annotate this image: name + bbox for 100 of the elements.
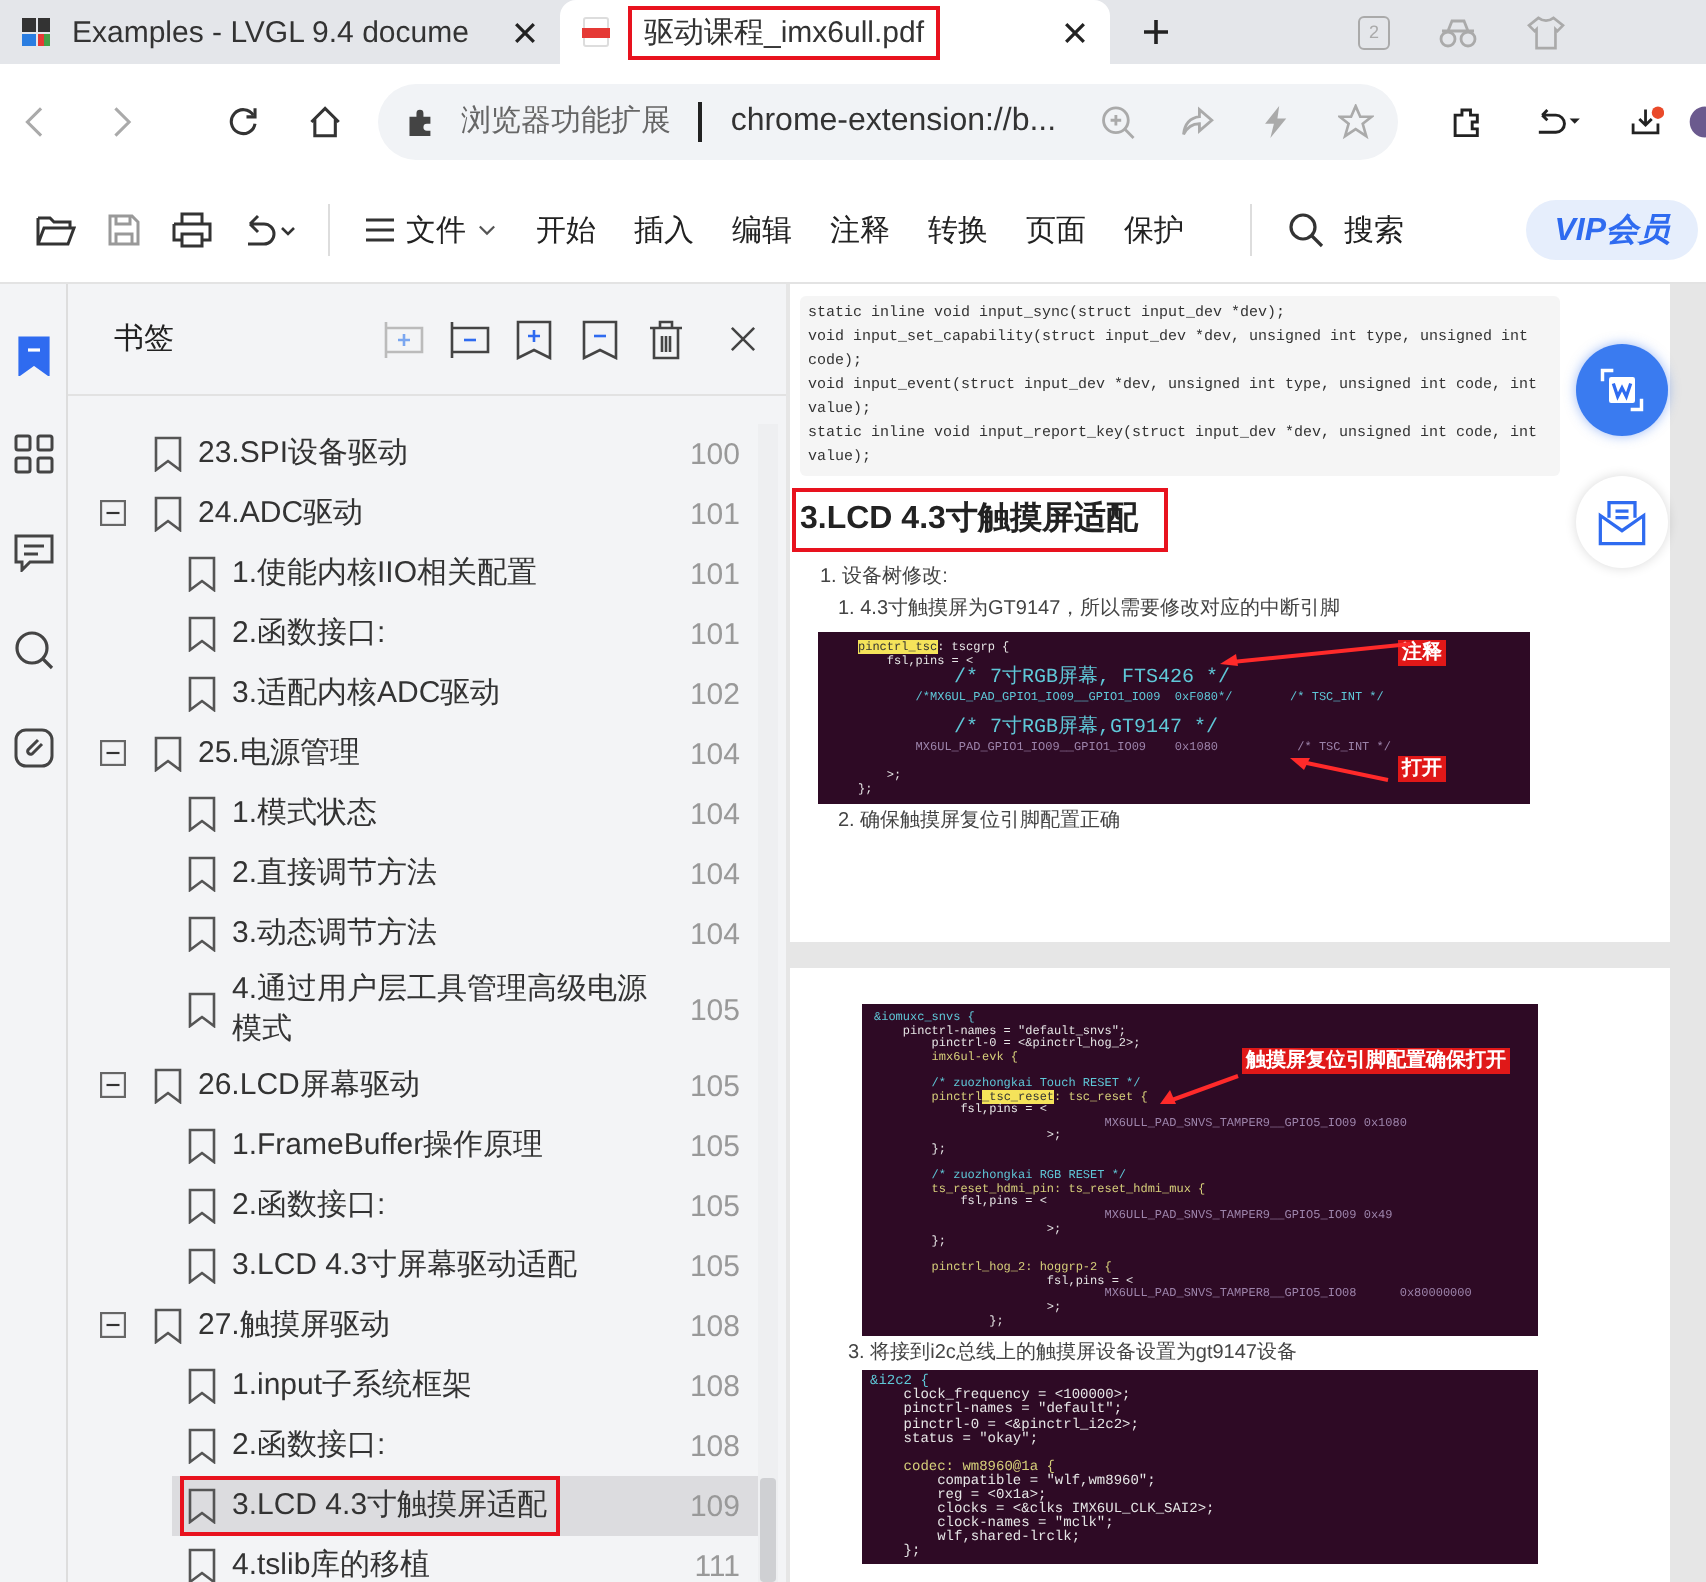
bookmark-row[interactable]: 4.通过用户层工具管理高级电源模式 105 xyxy=(172,964,758,1056)
bookmark-title: 23.SPI设备驱动 xyxy=(198,434,409,474)
browser-tab[interactable]: 驱动课程_imx6ull.pdf xyxy=(560,0,1110,64)
bookmark-title: 24.ADC驱动 xyxy=(198,494,364,534)
bookmark-title: 3.LCD 4.3寸触摸屏适配 xyxy=(232,1486,548,1526)
menu-tab[interactable]: 开始 xyxy=(536,211,596,249)
bookmark-title: 3.动态调节方法 xyxy=(232,914,438,954)
bookmark-icon xyxy=(154,496,182,532)
close-icon[interactable] xyxy=(730,326,756,352)
bookmark-icon[interactable] xyxy=(13,336,53,376)
grid-icon[interactable] xyxy=(13,434,53,474)
bookmark-icon xyxy=(188,676,216,712)
print-icon[interactable] xyxy=(172,212,212,248)
search-icon[interactable] xyxy=(13,630,53,670)
app-logo-icon xyxy=(20,16,52,48)
star-icon[interactable] xyxy=(1338,103,1374,139)
step-text: 2. 确保触摸屏复位引脚配置正确 xyxy=(838,808,1123,836)
bookmark-icon xyxy=(188,1548,216,1582)
page-number: 105 xyxy=(689,1249,740,1283)
home-icon[interactable] xyxy=(307,101,342,141)
extension-label: 浏览器功能扩展 xyxy=(460,102,671,140)
menu-tab[interactable]: 页面 xyxy=(1026,211,1086,249)
menu-icon xyxy=(366,218,394,242)
paperclip-icon[interactable] xyxy=(13,728,53,768)
menu-tab[interactable]: 编辑 xyxy=(732,211,792,249)
bookmark-row[interactable]: 27.触摸屏驱动 108 xyxy=(68,1296,758,1356)
avatar-icon[interactable] xyxy=(1688,101,1706,141)
page-number: 104 xyxy=(689,917,740,951)
bookmark-row[interactable]: 2.函数接口: 105 xyxy=(172,1176,758,1236)
bookmark-row[interactable]: 4.tslib库的移植 111 xyxy=(172,1536,758,1582)
collapse-all-icon[interactable] xyxy=(446,319,490,359)
file-menu[interactable]: 文件 xyxy=(366,211,496,249)
arrow-icon xyxy=(1158,1072,1242,1108)
bookmark-row[interactable]: 26.LCD屏幕驱动 105 xyxy=(68,1056,758,1116)
open-folder-icon[interactable] xyxy=(36,212,76,248)
tab-title: 驱动课程_imx6ull.pdf xyxy=(632,9,937,55)
collapse-toggle-icon[interactable] xyxy=(100,1072,126,1098)
search-icon xyxy=(1288,212,1324,248)
menu-tab[interactable]: 转换 xyxy=(928,211,988,249)
bookmark-row[interactable]: 3.动态调节方法 104 xyxy=(172,904,758,964)
bookmark-row[interactable]: 3.LCD 4.3寸屏幕驱动适配 105 xyxy=(172,1236,758,1296)
bookmark-row[interactable]: 2.直接调节方法 104 xyxy=(172,844,758,904)
page-number: 109 xyxy=(689,1489,740,1523)
remove-bookmark-icon[interactable] xyxy=(578,319,622,359)
bookmark-title: 1.模式状态 xyxy=(232,794,378,834)
close-icon[interactable] xyxy=(514,21,536,43)
page-number: 105 xyxy=(689,1189,740,1223)
bookmark-title: 1.使能内核IIO相关配置 xyxy=(232,554,538,594)
bookmark-row[interactable]: 2.函数接口: 101 xyxy=(172,604,758,664)
collapse-toggle-icon[interactable] xyxy=(100,500,126,526)
bookmark-icon xyxy=(188,616,216,652)
comment-icon[interactable] xyxy=(13,532,53,572)
collapse-toggle-icon[interactable] xyxy=(100,1312,126,1338)
bookmark-row[interactable]: 1.input子系统框架 108 xyxy=(172,1356,758,1416)
search-button[interactable]: 搜索 xyxy=(1288,211,1404,249)
scrollbar-thumb[interactable] xyxy=(760,1478,776,1582)
code-line: /* 7寸RGB屏幕,GT9147 */ xyxy=(952,718,1219,740)
address-bar[interactable]: 浏览器功能扩展 chrome-extension://b... xyxy=(377,83,1398,159)
tab-title: Examples - LVGL 9.4 docume xyxy=(72,15,471,49)
menu-tab[interactable]: 注释 xyxy=(830,211,890,249)
new-tab-icon[interactable] xyxy=(1142,18,1170,46)
bookmark-row[interactable]: 3.适配内核ADC驱动 102 xyxy=(172,664,758,724)
page-number: 102 xyxy=(689,677,740,711)
annotation-label: 打开 xyxy=(1398,756,1446,782)
bookmark-row[interactable]: 2.函数接口: 108 xyxy=(172,1416,758,1476)
page-number: 108 xyxy=(689,1429,740,1463)
bookmark-row[interactable]: 23.SPI设备驱动 100 xyxy=(68,424,758,484)
code-line: /* 7寸RGB屏幕, FTS426 */ xyxy=(952,668,1231,690)
bookmark-icon xyxy=(188,1368,216,1404)
bookmark-row[interactable]: 1.使能内核IIO相关配置 101 xyxy=(172,544,758,604)
vip-button[interactable]: VIP会员 xyxy=(1526,200,1698,260)
page-number: 100 xyxy=(689,437,740,471)
bookmark-row[interactable]: 1.FrameBuffer操作原理 105 xyxy=(172,1116,758,1176)
save-icon[interactable] xyxy=(104,212,144,248)
close-icon[interactable] xyxy=(1064,21,1086,43)
bookmark-title: 25.电源管理 xyxy=(198,734,360,774)
browser-tab[interactable]: Examples - LVGL 9.4 docume xyxy=(0,0,560,64)
bookmark-icon xyxy=(154,1308,182,1344)
collapse-toggle-icon[interactable] xyxy=(100,740,126,766)
page-number: 101 xyxy=(689,497,740,531)
bookmark-row[interactable]: 24.ADC驱动 101 xyxy=(68,484,758,544)
page-number: 104 xyxy=(689,737,740,771)
add-bookmark-icon[interactable] xyxy=(512,319,556,359)
page-number: 105 xyxy=(689,993,740,1027)
bookmark-title: 2.直接调节方法 xyxy=(232,854,438,894)
bookmark-icon xyxy=(188,856,216,892)
bookmark-row[interactable]: 1.模式状态 104 xyxy=(172,784,758,844)
arrow-icon xyxy=(1288,756,1392,782)
bookmark-row[interactable]: 25.电源管理 104 xyxy=(68,724,758,784)
bookmark-row[interactable]: 3.LCD 4.3寸触摸屏适配 109 xyxy=(172,1476,758,1536)
page-number: 104 xyxy=(689,857,740,891)
trash-icon[interactable] xyxy=(644,319,688,359)
bookmark-icon xyxy=(188,1248,216,1284)
bookmark-icon xyxy=(154,736,182,772)
step-text: 3. 将接到i2c总线上的触摸屏设备设置为gt9147设备 xyxy=(848,1340,1299,1369)
menu-tab[interactable]: 插入 xyxy=(634,211,694,249)
page-number: 108 xyxy=(689,1309,740,1343)
menu-tab[interactable]: 保护 xyxy=(1124,211,1184,249)
bookmark-icon xyxy=(154,436,182,472)
bookmark-title: 2.函数接口: xyxy=(232,614,386,654)
